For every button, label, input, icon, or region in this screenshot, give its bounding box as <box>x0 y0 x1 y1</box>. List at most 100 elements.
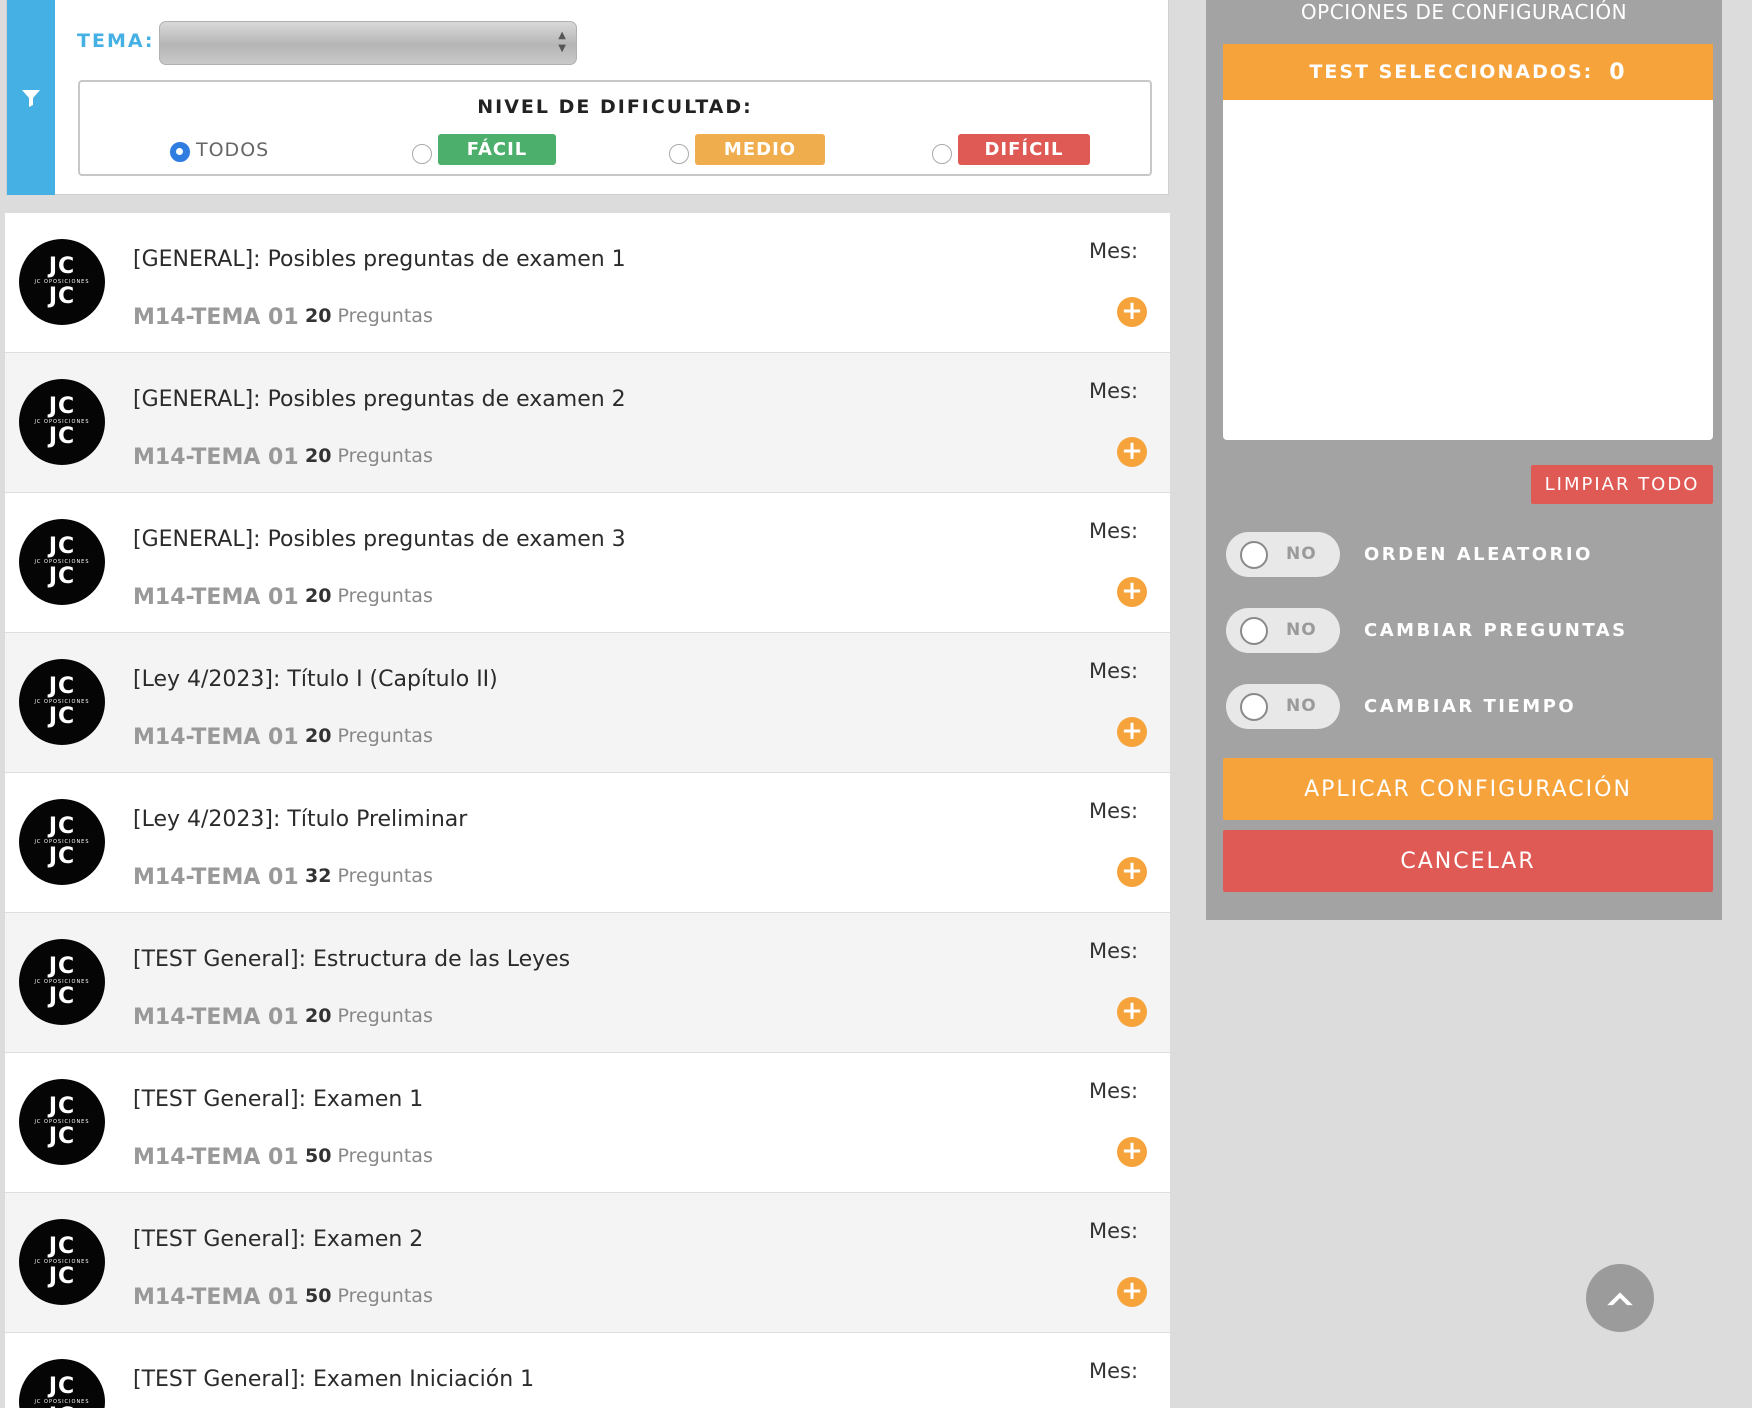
test-item[interactable]: JC JC OPOSICIONES JC [GENERAL]: Posibles p… <box>5 493 1170 633</box>
question-count: 20 Preguntas <box>305 725 433 747</box>
toggle-value: NO <box>1286 696 1317 716</box>
question-count: 20 Preguntas <box>305 445 433 467</box>
test-month: Mes: <box>1089 1079 1139 1103</box>
filter-toggle[interactable] <box>7 0 55 195</box>
test-item[interactable]: JC JC OPOSICIONES JC [GENERAL]: Posibles p… <box>5 353 1170 493</box>
plus-icon: + <box>1121 296 1143 326</box>
question-count: 32 Preguntas <box>305 865 433 887</box>
chevron-up-icon <box>1607 1292 1633 1306</box>
difficulty-title: NIVEL DE DIFICULTAD: <box>477 96 753 118</box>
jc-oposiciones-logo: JCJC OPOSICIONESJC <box>19 799 105 885</box>
jc-oposiciones-logo: JCJC OPOSICIONESJC <box>19 939 105 1025</box>
test-item[interactable]: JCJC OPOSICIONESJC [TEST General]: Exame… <box>5 1193 1170 1333</box>
option-cambiar-tiempo: NO CAMBIAR TIEMPO <box>1226 684 1576 729</box>
test-month: Mes: <box>1089 1219 1139 1243</box>
add-test-button[interactable]: + <box>1117 717 1147 747</box>
radio-facil[interactable] <box>412 143 432 164</box>
cancel-button[interactable]: CANCELAR <box>1223 830 1713 892</box>
plus-icon: + <box>1121 716 1143 746</box>
test-item[interactable]: JC JC OPOSICIONES JC [Ley 4/2023]: Título … <box>5 633 1170 773</box>
test-month: Mes: <box>1089 1359 1139 1383</box>
difficulty-todos-label: TODOS <box>196 139 270 161</box>
clear-all-button[interactable]: LIMPIAR TODO <box>1531 465 1713 504</box>
test-item[interactable]: JC JC OPOSICIONES JC [Ley 4/2023]: Título … <box>5 773 1170 913</box>
add-test-button[interactable]: + <box>1117 1137 1147 1167</box>
plus-icon: + <box>1121 996 1143 1026</box>
option-cambiar-preguntas: NO CAMBIAR PREGUNTAS <box>1226 608 1628 653</box>
add-test-button[interactable]: + <box>1117 857 1147 887</box>
difficulty-filter: NIVEL DE DIFICULTAD: TODOS FÁCIL MEDIO D… <box>78 80 1152 176</box>
difficulty-facil-badge: FÁCIL <box>438 134 556 165</box>
test-list: JC JC OPOSICIONES JC [GENERAL]: Posibles p… <box>5 213 1170 1408</box>
toggle-knob <box>1240 617 1268 645</box>
test-month: Mes: <box>1089 799 1139 823</box>
test-month: Mes: <box>1089 519 1139 543</box>
apply-config-button[interactable]: APLICAR CONFIGURACIÓN <box>1223 758 1713 820</box>
test-item[interactable]: JCJC OPOSICIONESJC [TEST General]: Exame… <box>5 1333 1170 1408</box>
plus-icon: + <box>1121 1136 1143 1166</box>
test-month: Mes: <box>1089 659 1139 683</box>
difficulty-medio-badge: MEDIO <box>695 134 825 165</box>
test-title: [TEST General]: Examen 2 <box>133 1227 424 1252</box>
radio-dificil[interactable] <box>932 143 952 164</box>
question-count: 50 Preguntas <box>305 1285 433 1307</box>
toggle-value: NO <box>1286 544 1317 564</box>
difficulty-dificil[interactable]: DIFÍCIL <box>932 134 1090 165</box>
test-tema: M14-TEMA 01 <box>133 445 299 470</box>
option-label: CAMBIAR TIEMPO <box>1364 696 1577 717</box>
test-item[interactable]: JC JC OPOSICIONES JC [TEST General]: Estru… <box>5 913 1170 1053</box>
selected-tests-list <box>1223 100 1713 440</box>
test-tema: M14-TEMA 01 <box>133 725 299 750</box>
question-count: 20 Preguntas <box>305 585 433 607</box>
test-tema: M14-TEMA 01 <box>133 585 299 610</box>
test-title: [TEST General]: Examen 1 <box>133 1087 424 1112</box>
jc-oposiciones-logo: JCJC OPOSICIONESJC <box>19 1079 105 1165</box>
test-tema: M14-TEMA 01 <box>133 1005 299 1030</box>
tema-select[interactable]: ▲ ▼ <box>159 21 577 65</box>
option-orden-aleatorio: NO ORDEN ALEATORIO <box>1226 532 1593 577</box>
add-test-button[interactable]: + <box>1117 437 1147 467</box>
toggle-knob <box>1240 693 1268 721</box>
test-month: Mes: <box>1089 939 1139 963</box>
radio-medio[interactable] <box>669 143 689 164</box>
test-item[interactable]: JCJC OPOSICIONESJC [TEST General]: Exame… <box>5 1053 1170 1193</box>
test-month: Mes: <box>1089 379 1139 403</box>
jc-oposiciones-logo: JCJC OPOSICIONESJC <box>19 379 105 465</box>
test-tema: M14-TEMA 01 <box>133 1145 299 1170</box>
filter-panel: TEMA: ▲ ▼ NIVEL DE DIFICULTAD: TODOS FÁCI… <box>6 0 1169 195</box>
question-count: 50 Preguntas <box>305 1145 433 1167</box>
jc-oposiciones-logo: JCJC OPOSICIONESJC <box>19 1219 105 1305</box>
toggle-cambiar-tiempo[interactable]: NO <box>1226 684 1340 729</box>
plus-icon: + <box>1121 856 1143 886</box>
test-title: [GENERAL]: Posibles preguntas de examen … <box>133 247 626 272</box>
filter-icon <box>22 89 40 107</box>
difficulty-medio[interactable]: MEDIO <box>669 134 825 165</box>
config-title: OPCIONES DE CONFIGURACIÓN <box>1300 0 1628 24</box>
test-title: [GENERAL]: Posibles preguntas de examen … <box>133 527 626 552</box>
jc-oposiciones-logo: JCJC OPOSICIONESJC <box>19 519 105 605</box>
test-tema: M14-TEMA 01 <box>133 865 299 890</box>
config-panel: OPCIONES DE CONFIGURACIÓN TEST SELECCION… <box>1206 0 1722 920</box>
toggle-orden-aleatorio[interactable]: NO <box>1226 532 1340 577</box>
test-title: [GENERAL]: Posibles preguntas de examen … <box>133 387 626 412</box>
add-test-button[interactable]: + <box>1117 997 1147 1027</box>
difficulty-todos[interactable]: TODOS <box>170 134 269 162</box>
option-label: CAMBIAR PREGUNTAS <box>1364 620 1628 641</box>
test-title: [Ley 4/2023]: Título I (Capítulo II) <box>133 667 498 692</box>
test-title: [TEST General]: Estructura de las Leyes <box>133 947 571 972</box>
select-arrows-icon: ▲ ▼ <box>558 30 566 54</box>
tema-label: TEMA: <box>77 30 155 52</box>
plus-icon: + <box>1121 576 1143 606</box>
scroll-to-top-button[interactable] <box>1586 1264 1654 1332</box>
toggle-cambiar-preguntas[interactable]: NO <box>1226 608 1340 653</box>
add-test-button[interactable]: + <box>1117 1277 1147 1307</box>
add-test-button[interactable]: + <box>1117 297 1147 327</box>
add-test-button[interactable]: + <box>1117 577 1147 607</box>
selected-tests-label: TEST SELECCIONADOS: <box>1309 61 1594 83</box>
difficulty-facil[interactable]: FÁCIL <box>412 134 556 165</box>
test-item[interactable]: JC JC OPOSICIONES JC [GENERAL]: Posibles p… <box>5 213 1170 353</box>
toggle-knob <box>1240 541 1268 569</box>
difficulty-dificil-badge: DIFÍCIL <box>958 134 1090 165</box>
test-tema: M14-TEMA 01 <box>133 305 299 330</box>
radio-todos[interactable] <box>170 142 190 162</box>
